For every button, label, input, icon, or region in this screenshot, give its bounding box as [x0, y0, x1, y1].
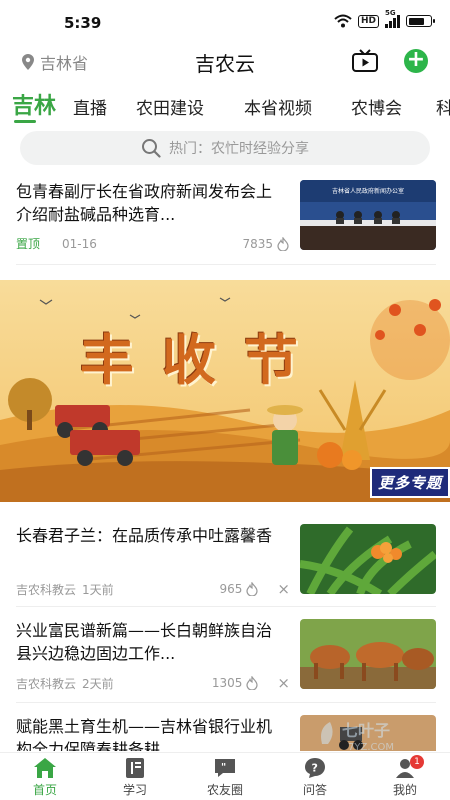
like-icon[interactable]: [245, 582, 259, 596]
news-meta: 吉农科教云 2天前 1305 ×: [16, 674, 290, 692]
svg-text:七叶子: 七叶子: [342, 721, 390, 740]
banner-title: 丰收节: [80, 328, 326, 392]
news-thumbnail: [300, 524, 436, 594]
question-icon: ?: [305, 758, 325, 778]
news-item[interactable]: 长春君子兰：在品质传承中吐露馨香 吉农科教云 1天前 965 ×: [16, 524, 436, 598]
news-thumbnail: [300, 619, 436, 689]
news-item[interactable]: 兴业富民谱新篇——长白朝鲜族自治县兴边稳边固边工作... 吉农科教云 2天前 1…: [16, 619, 436, 692]
search-placeholder: 热门：农忙时经验分享: [169, 141, 309, 157]
nav-label: 首页: [32, 783, 57, 797]
nav-community[interactable]: " 农友圈: [180, 753, 270, 800]
app-header: 吉林省 吉农云 +: [0, 44, 450, 80]
news-title: 兴业富民谱新篇——长白朝鲜族自治县兴边稳边固边工作...: [16, 621, 273, 663]
search-bar[interactable]: 热门：农忙时经验分享: [20, 131, 430, 165]
nav-qa[interactable]: ? 问答: [270, 753, 360, 800]
like-count: 1305: [211, 676, 243, 690]
like-icon[interactable]: [245, 676, 259, 690]
thumbnail-caption: 吉林省人民政府新闻办公室: [331, 188, 404, 195]
nav-label: 问答: [302, 783, 327, 797]
nav-label: 农友圈: [206, 783, 243, 797]
more-topics-button[interactable]: 更多专题: [369, 467, 450, 498]
svg-text:": ": [221, 762, 226, 773]
watermark: 七叶子 7YZ.COM: [312, 714, 422, 754]
like-count: 7835: [242, 236, 273, 251]
bottom-nav: 首页 学习 " 农友圈 ? 问答 1 我的: [0, 752, 450, 800]
news-time: 2天前: [82, 676, 114, 691]
divider: [16, 702, 436, 703]
tab-expo[interactable]: 农博会: [351, 94, 402, 119]
tab-live[interactable]: 直播: [73, 94, 107, 119]
home-icon: [34, 758, 56, 778]
tab-more[interactable]: 科: [436, 94, 450, 119]
add-icon[interactable]: +: [404, 49, 428, 73]
status-bar: 5:39 HD 5G: [0, 0, 450, 44]
divider: [16, 606, 436, 607]
nav-label: 学习: [122, 783, 147, 797]
news-meta: 吉农科教云 1天前 965 ×: [16, 580, 290, 598]
dismiss-icon[interactable]: ×: [277, 580, 290, 598]
chat-quote-icon: ": [215, 759, 235, 777]
tab-farmland[interactable]: 农田建设: [136, 94, 204, 119]
book-icon: [126, 758, 144, 778]
news-thumbnail: 吉林省人民政府新闻办公室: [300, 180, 436, 250]
search-icon: [142, 139, 161, 158]
battery-level: [408, 17, 424, 25]
pinned-tag: 置顶: [16, 237, 41, 251]
news-date: 01-16: [62, 236, 97, 251]
nav-label: 我的: [392, 783, 417, 797]
hd-badge: HD: [357, 14, 379, 28]
like-icon[interactable]: [276, 236, 290, 251]
nav-home[interactable]: 首页: [0, 753, 90, 800]
tab-underline: [14, 120, 36, 123]
tv-icon[interactable]: [352, 49, 378, 73]
app-screen: 5:39 HD 5G 吉林省 吉农云 + 吉林 直播 农田建设 本省视频 农博会…: [0, 0, 450, 800]
news-source: 吉农科教云: [16, 582, 77, 597]
battery-icon: [406, 15, 435, 27]
news-meta: 置顶 01-16 7835: [16, 235, 290, 252]
channel-tabs: 吉林 直播 农田建设 本省视频 农博会 科: [0, 84, 450, 128]
like-count: 965: [219, 582, 243, 596]
harvest-banner[interactable]: 丰收节 更多专题: [0, 280, 450, 502]
network-label: 5G: [385, 8, 396, 17]
svg-text:?: ?: [312, 762, 318, 775]
divider: [16, 264, 436, 265]
tab-province-video[interactable]: 本省视频: [244, 94, 312, 119]
notification-badge: 1: [410, 755, 424, 769]
news-time: 1天前: [82, 582, 114, 597]
status-time: 5:39: [64, 14, 102, 32]
news-item-pinned[interactable]: 包青春副厅长在省政府新闻发布会上介绍耐盐碱品种选育... 置顶 01-16 78…: [16, 180, 436, 260]
news-source: 吉农科教云: [16, 676, 77, 691]
nav-profile[interactable]: 1 我的: [360, 753, 450, 800]
status-icons: HD 5G: [334, 9, 435, 28]
news-title: 包青春副厅长在省政府新闻发布会上介绍耐盐碱品种选育...: [16, 182, 273, 224]
watermark-logo: 七叶子 7YZ.COM: [321, 721, 394, 753]
nav-learn[interactable]: 学习: [90, 753, 180, 800]
tab-jilin[interactable]: 吉林: [12, 88, 56, 120]
news-title: 长春君子兰：在品质传承中吐露馨香: [16, 526, 273, 545]
dismiss-icon[interactable]: ×: [277, 674, 290, 692]
news-title: 赋能黑土育生机——吉林省银行业机构全力保障春耕备耕...: [16, 717, 273, 751]
wifi-icon: [334, 14, 352, 28]
app-title: 吉农云: [195, 52, 255, 76]
signal-icon: 5G: [385, 9, 400, 28]
